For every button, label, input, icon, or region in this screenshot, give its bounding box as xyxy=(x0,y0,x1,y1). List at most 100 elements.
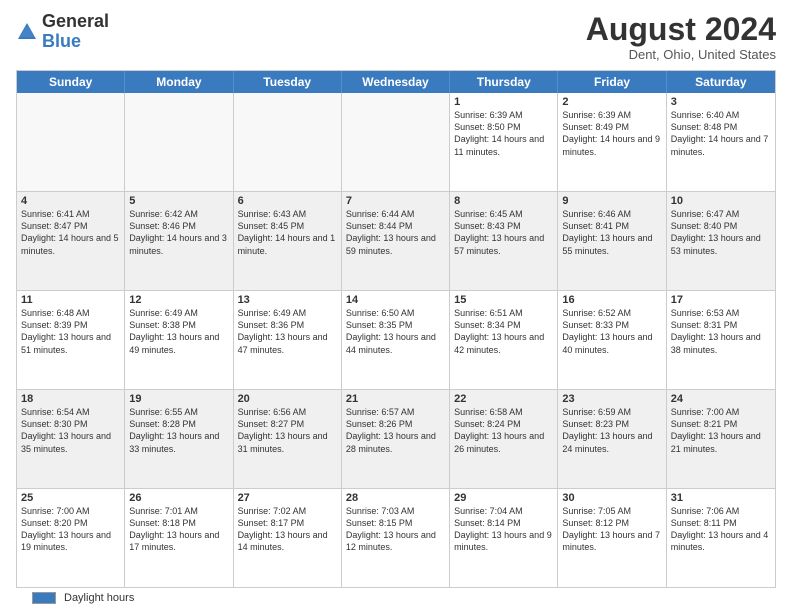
cal-header-cell-friday: Friday xyxy=(558,71,666,93)
day-number: 29 xyxy=(454,492,553,504)
day-number: 21 xyxy=(346,393,445,405)
day-number: 3 xyxy=(671,96,771,108)
cal-cell: 10Sunrise: 6:47 AM Sunset: 8:40 PM Dayli… xyxy=(667,192,775,290)
cal-cell: 12Sunrise: 6:49 AM Sunset: 8:38 PM Dayli… xyxy=(125,291,233,389)
cal-cell: 17Sunrise: 6:53 AM Sunset: 8:31 PM Dayli… xyxy=(667,291,775,389)
calendar: SundayMondayTuesdayWednesdayThursdayFrid… xyxy=(16,70,776,588)
day-info: Sunrise: 7:04 AM Sunset: 8:14 PM Dayligh… xyxy=(454,505,553,554)
cal-cell xyxy=(125,93,233,191)
day-number: 25 xyxy=(21,492,120,504)
logo: General Blue xyxy=(16,12,109,52)
day-number: 22 xyxy=(454,393,553,405)
legend-label: Daylight hours xyxy=(64,592,134,604)
day-number: 14 xyxy=(346,294,445,306)
cal-header-cell-wednesday: Wednesday xyxy=(342,71,450,93)
day-info: Sunrise: 6:49 AM Sunset: 8:38 PM Dayligh… xyxy=(129,307,228,356)
day-info: Sunrise: 6:45 AM Sunset: 8:43 PM Dayligh… xyxy=(454,208,553,257)
cal-row-2: 11Sunrise: 6:48 AM Sunset: 8:39 PM Dayli… xyxy=(17,290,775,389)
day-info: Sunrise: 6:56 AM Sunset: 8:27 PM Dayligh… xyxy=(238,406,337,455)
day-info: Sunrise: 6:47 AM Sunset: 8:40 PM Dayligh… xyxy=(671,208,771,257)
cal-row-1: 4Sunrise: 6:41 AM Sunset: 8:47 PM Daylig… xyxy=(17,191,775,290)
day-info: Sunrise: 6:53 AM Sunset: 8:31 PM Dayligh… xyxy=(671,307,771,356)
day-number: 26 xyxy=(129,492,228,504)
month-title: August 2024 xyxy=(586,12,776,47)
cal-cell: 26Sunrise: 7:01 AM Sunset: 8:18 PM Dayli… xyxy=(125,489,233,587)
cal-cell: 27Sunrise: 7:02 AM Sunset: 8:17 PM Dayli… xyxy=(234,489,342,587)
calendar-header: SundayMondayTuesdayWednesdayThursdayFrid… xyxy=(17,71,775,93)
logo-blue: Blue xyxy=(42,31,81,51)
day-info: Sunrise: 6:43 AM Sunset: 8:45 PM Dayligh… xyxy=(238,208,337,257)
cal-cell: 28Sunrise: 7:03 AM Sunset: 8:15 PM Dayli… xyxy=(342,489,450,587)
day-number: 1 xyxy=(454,96,553,108)
cal-row-4: 25Sunrise: 7:00 AM Sunset: 8:20 PM Dayli… xyxy=(17,488,775,587)
cal-cell: 15Sunrise: 6:51 AM Sunset: 8:34 PM Dayli… xyxy=(450,291,558,389)
location: Dent, Ohio, United States xyxy=(586,47,776,62)
day-info: Sunrise: 7:00 AM Sunset: 8:21 PM Dayligh… xyxy=(671,406,771,455)
cal-cell: 5Sunrise: 6:42 AM Sunset: 8:46 PM Daylig… xyxy=(125,192,233,290)
day-info: Sunrise: 7:03 AM Sunset: 8:15 PM Dayligh… xyxy=(346,505,445,554)
day-number: 23 xyxy=(562,393,661,405)
cal-cell: 29Sunrise: 7:04 AM Sunset: 8:14 PM Dayli… xyxy=(450,489,558,587)
day-number: 17 xyxy=(671,294,771,306)
day-number: 7 xyxy=(346,195,445,207)
day-info: Sunrise: 6:54 AM Sunset: 8:30 PM Dayligh… xyxy=(21,406,120,455)
day-number: 2 xyxy=(562,96,661,108)
logo-icon xyxy=(16,21,38,43)
page: General Blue August 2024 Dent, Ohio, Uni… xyxy=(0,0,792,612)
day-info: Sunrise: 6:39 AM Sunset: 8:49 PM Dayligh… xyxy=(562,109,661,158)
cal-cell xyxy=(17,93,125,191)
cal-cell: 25Sunrise: 7:00 AM Sunset: 8:20 PM Dayli… xyxy=(17,489,125,587)
day-info: Sunrise: 6:48 AM Sunset: 8:39 PM Dayligh… xyxy=(21,307,120,356)
day-number: 11 xyxy=(21,294,120,306)
day-number: 8 xyxy=(454,195,553,207)
cal-cell: 8Sunrise: 6:45 AM Sunset: 8:43 PM Daylig… xyxy=(450,192,558,290)
day-number: 10 xyxy=(671,195,771,207)
cal-row-0: 1Sunrise: 6:39 AM Sunset: 8:50 PM Daylig… xyxy=(17,93,775,191)
day-info: Sunrise: 6:51 AM Sunset: 8:34 PM Dayligh… xyxy=(454,307,553,356)
day-number: 31 xyxy=(671,492,771,504)
day-info: Sunrise: 7:01 AM Sunset: 8:18 PM Dayligh… xyxy=(129,505,228,554)
day-info: Sunrise: 6:52 AM Sunset: 8:33 PM Dayligh… xyxy=(562,307,661,356)
cal-row-3: 18Sunrise: 6:54 AM Sunset: 8:30 PM Dayli… xyxy=(17,389,775,488)
day-info: Sunrise: 6:44 AM Sunset: 8:44 PM Dayligh… xyxy=(346,208,445,257)
cal-cell: 2Sunrise: 6:39 AM Sunset: 8:49 PM Daylig… xyxy=(558,93,666,191)
day-info: Sunrise: 6:50 AM Sunset: 8:35 PM Dayligh… xyxy=(346,307,445,356)
cal-cell: 9Sunrise: 6:46 AM Sunset: 8:41 PM Daylig… xyxy=(558,192,666,290)
day-number: 15 xyxy=(454,294,553,306)
logo-text: General Blue xyxy=(42,12,109,52)
cal-cell: 4Sunrise: 6:41 AM Sunset: 8:47 PM Daylig… xyxy=(17,192,125,290)
day-number: 12 xyxy=(129,294,228,306)
cal-header-cell-tuesday: Tuesday xyxy=(234,71,342,93)
cal-cell: 14Sunrise: 6:50 AM Sunset: 8:35 PM Dayli… xyxy=(342,291,450,389)
cal-cell: 21Sunrise: 6:57 AM Sunset: 8:26 PM Dayli… xyxy=(342,390,450,488)
day-number: 28 xyxy=(346,492,445,504)
cal-cell: 3Sunrise: 6:40 AM Sunset: 8:48 PM Daylig… xyxy=(667,93,775,191)
title-block: August 2024 Dent, Ohio, United States xyxy=(586,12,776,62)
day-number: 27 xyxy=(238,492,337,504)
cal-cell: 22Sunrise: 6:58 AM Sunset: 8:24 PM Dayli… xyxy=(450,390,558,488)
cal-cell: 23Sunrise: 6:59 AM Sunset: 8:23 PM Dayli… xyxy=(558,390,666,488)
day-info: Sunrise: 7:00 AM Sunset: 8:20 PM Dayligh… xyxy=(21,505,120,554)
cal-cell: 30Sunrise: 7:05 AM Sunset: 8:12 PM Dayli… xyxy=(558,489,666,587)
day-number: 13 xyxy=(238,294,337,306)
cal-header-cell-thursday: Thursday xyxy=(450,71,558,93)
day-number: 24 xyxy=(671,393,771,405)
cal-cell: 11Sunrise: 6:48 AM Sunset: 8:39 PM Dayli… xyxy=(17,291,125,389)
day-info: Sunrise: 6:42 AM Sunset: 8:46 PM Dayligh… xyxy=(129,208,228,257)
day-number: 18 xyxy=(21,393,120,405)
day-info: Sunrise: 7:06 AM Sunset: 8:11 PM Dayligh… xyxy=(671,505,771,554)
cal-cell: 6Sunrise: 6:43 AM Sunset: 8:45 PM Daylig… xyxy=(234,192,342,290)
cal-header-cell-saturday: Saturday xyxy=(667,71,775,93)
cal-cell: 7Sunrise: 6:44 AM Sunset: 8:44 PM Daylig… xyxy=(342,192,450,290)
day-info: Sunrise: 6:55 AM Sunset: 8:28 PM Dayligh… xyxy=(129,406,228,455)
cal-cell: 24Sunrise: 7:00 AM Sunset: 8:21 PM Dayli… xyxy=(667,390,775,488)
day-number: 16 xyxy=(562,294,661,306)
day-number: 5 xyxy=(129,195,228,207)
day-number: 30 xyxy=(562,492,661,504)
day-number: 19 xyxy=(129,393,228,405)
day-number: 4 xyxy=(21,195,120,207)
day-info: Sunrise: 7:05 AM Sunset: 8:12 PM Dayligh… xyxy=(562,505,661,554)
header: General Blue August 2024 Dent, Ohio, Uni… xyxy=(16,12,776,62)
calendar-body: 1Sunrise: 6:39 AM Sunset: 8:50 PM Daylig… xyxy=(17,93,775,587)
day-info: Sunrise: 6:39 AM Sunset: 8:50 PM Dayligh… xyxy=(454,109,553,158)
